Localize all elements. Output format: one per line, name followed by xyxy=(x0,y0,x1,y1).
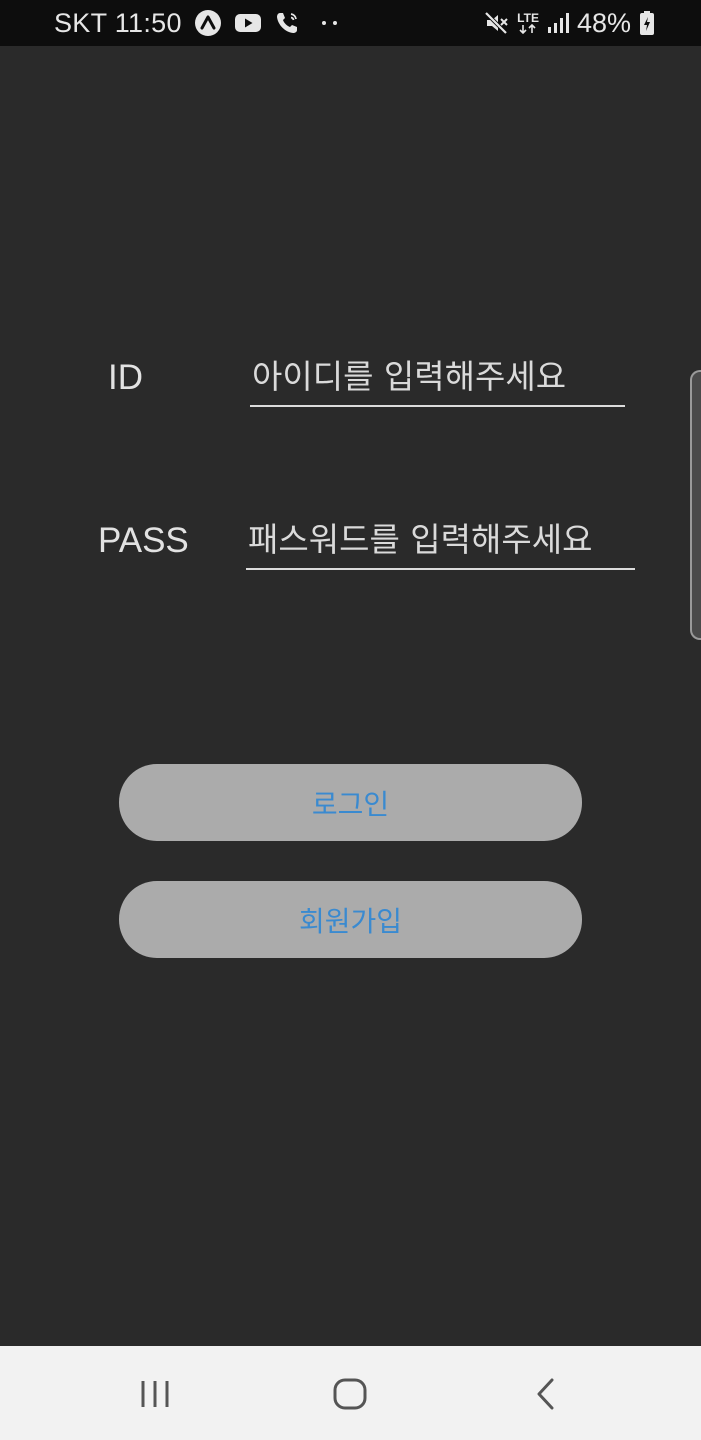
id-label: ID xyxy=(108,358,143,397)
status-right: LTE 48% xyxy=(483,0,655,46)
home-icon[interactable] xyxy=(320,1366,380,1422)
back-icon[interactable] xyxy=(516,1366,576,1422)
carrier-time: SKT 11:50 xyxy=(54,7,182,38)
lte-label: LTE xyxy=(517,11,539,25)
status-left: SKT 11:50 xyxy=(54,0,340,46)
app-a-icon xyxy=(194,9,222,37)
signal-icon xyxy=(547,12,569,34)
youtube-icon xyxy=(234,12,262,34)
lte-icon: LTE xyxy=(517,12,539,34)
pass-label: PASS xyxy=(98,521,189,560)
wifi-call-icon xyxy=(274,10,300,36)
edge-panel-handle[interactable] xyxy=(690,370,701,640)
status-bar: SKT 11:50 LTE 48% xyxy=(0,0,701,46)
login-button[interactable]: 로그인 xyxy=(119,764,582,841)
signup-button[interactable]: 회원가입 xyxy=(119,881,582,958)
id-input[interactable] xyxy=(250,352,625,407)
mute-icon xyxy=(483,10,509,36)
recent-apps-icon[interactable] xyxy=(125,1366,185,1422)
login-screen: ID PASS 로그인 회원가입 xyxy=(0,46,701,1346)
more-dots-icon xyxy=(320,19,340,27)
navigation-bar xyxy=(0,1346,701,1440)
pass-input[interactable] xyxy=(246,515,635,570)
battery-charging-icon xyxy=(639,10,655,36)
battery-percent: 48% xyxy=(576,7,631,38)
